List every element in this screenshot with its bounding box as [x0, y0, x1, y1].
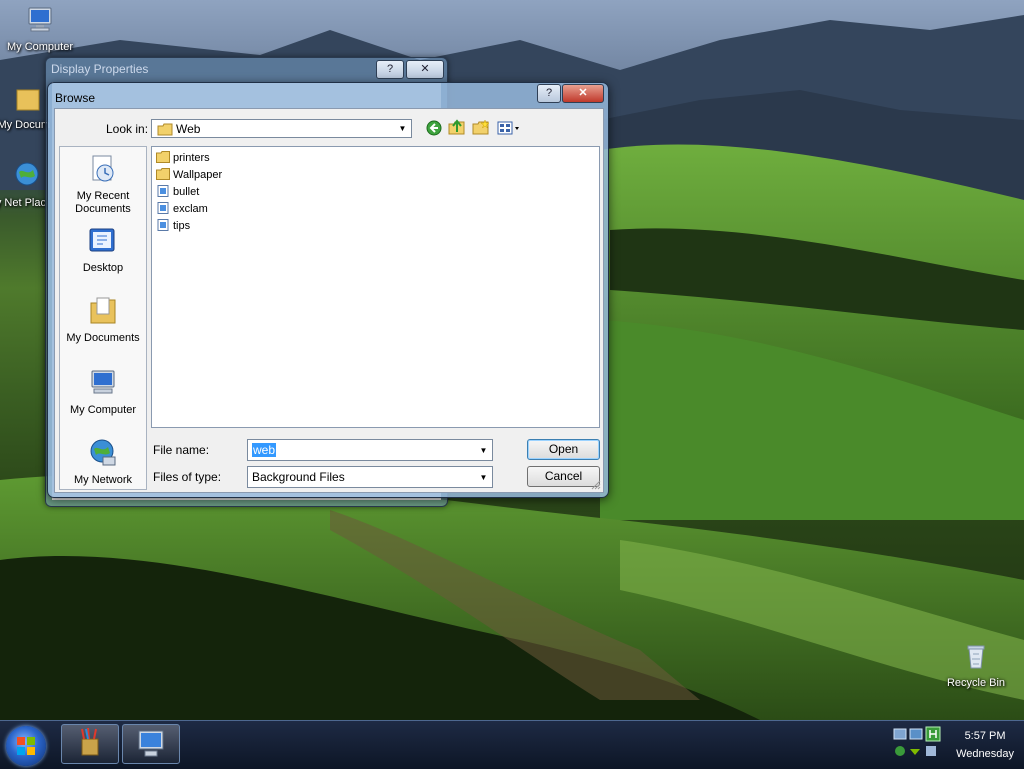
- desktop-icon-label: My Computer: [6, 41, 74, 53]
- browse-dialog: Browse ? ✕ Look in: Web ▼ My Recent Docu…: [47, 82, 609, 498]
- files-of-type-label: Files of type:: [153, 470, 222, 484]
- windows-logo-icon: [17, 737, 35, 755]
- taskbar-clock[interactable]: 5:57 PM Wednesday: [956, 727, 1014, 763]
- chevron-down-icon[interactable]: ▼: [394, 120, 411, 137]
- place-label: Desktop: [82, 262, 124, 274]
- desktop-icon-my-documents[interactable]: My Docum: [0, 82, 50, 131]
- close-button[interactable]: ✕: [406, 60, 444, 79]
- place-label: My Computer: [69, 404, 137, 416]
- new-folder-icon[interactable]: [472, 119, 490, 135]
- monitor-icon: [138, 730, 164, 757]
- close-button[interactable]: ✕: [562, 84, 604, 103]
- cancel-button[interactable]: Cancel: [527, 466, 600, 487]
- desktop-icon-label: My Net Plac: [0, 197, 46, 209]
- look-in-label: Look in:: [106, 122, 149, 136]
- file-name-field[interactable]: web ▼: [247, 439, 493, 461]
- place-desktop[interactable]: Desktop: [60, 225, 146, 274]
- files-of-type-value: Background Files: [252, 470, 345, 484]
- look-in-value: Web: [176, 122, 201, 136]
- computer-icon: [91, 370, 115, 394]
- list-item[interactable]: printers: [156, 150, 210, 166]
- dialog-title: Browse: [55, 91, 96, 105]
- place-label: My Documents: [66, 332, 140, 344]
- system-tray: 5:57 PM Wednesday: [890, 721, 1024, 769]
- folder-icon: [156, 168, 170, 180]
- computer-icon: [28, 7, 52, 32]
- image-file-icon: [157, 219, 169, 231]
- help-button[interactable]: ?: [537, 84, 561, 103]
- folder-icon: [16, 89, 40, 111]
- taskbar-app-paint[interactable]: [61, 724, 119, 764]
- file-name-value: web: [252, 443, 277, 457]
- globe-icon: [90, 439, 116, 466]
- recycle-bin-icon: [967, 645, 985, 669]
- file-name: printers: [173, 152, 210, 164]
- file-name: exclam: [173, 203, 208, 215]
- view-menu-icon[interactable]: [497, 120, 521, 136]
- taskbar: 5:57 PM Wednesday: [0, 720, 1024, 769]
- tray-icons: [893, 726, 941, 756]
- file-name: bullet: [173, 186, 200, 198]
- list-item[interactable]: tips: [156, 218, 190, 234]
- file-name: tips: [173, 220, 191, 232]
- list-item[interactable]: exclam: [156, 201, 208, 217]
- desktop-icon-network[interactable]: My Net Plac: [0, 160, 50, 209]
- start-button[interactable]: [6, 726, 46, 766]
- folder-icon: [156, 151, 170, 163]
- window-title: Display Properties: [51, 62, 149, 76]
- places-bar: My Recent Documents Desktop My Documents: [59, 146, 147, 490]
- desktop-icon-recycle-bin[interactable]: Recycle Bin: [936, 640, 1016, 689]
- clock-time: 5:57 PM: [964, 730, 1006, 742]
- image-file-icon: [157, 185, 169, 197]
- desktop-icon: [89, 228, 115, 252]
- file-name: Wallpaper: [173, 169, 223, 181]
- desktop-icon-label: My Docum: [0, 119, 50, 131]
- place-label: My Network: [73, 474, 133, 486]
- desktop-icon-my-computer[interactable]: My Computer: [0, 4, 80, 53]
- documents-folder-icon: [90, 297, 116, 324]
- list-item[interactable]: bullet: [156, 184, 199, 200]
- place-my-computer[interactable]: My Computer: [60, 367, 146, 416]
- list-item[interactable]: Wallpaper: [156, 167, 222, 183]
- look-in-combo[interactable]: Web ▼: [151, 119, 412, 138]
- taskbar-app-display-properties[interactable]: [122, 724, 180, 764]
- file-list[interactable]: printers Wallpaper bullet exclam tips: [151, 146, 600, 428]
- place-my-network[interactable]: My Network: [60, 437, 146, 486]
- clock-day: Wednesday: [956, 748, 1014, 760]
- recent-documents-icon: [92, 155, 114, 182]
- back-icon[interactable]: [425, 120, 443, 136]
- files-of-type-select[interactable]: Background Files ▼: [247, 466, 493, 488]
- image-file-icon: [157, 202, 169, 214]
- folder-icon: [157, 123, 173, 136]
- chevron-down-icon[interactable]: ▼: [475, 469, 492, 486]
- help-button[interactable]: ?: [376, 60, 404, 79]
- desktop-icon-label: Recycle Bin: [946, 677, 1006, 689]
- dialog-client-area: Look in: Web ▼ My Recent Documents Deskt…: [54, 108, 604, 493]
- paint-brushes-icon: [81, 727, 99, 756]
- globe-icon: [15, 162, 39, 186]
- place-my-documents[interactable]: My Documents: [60, 295, 146, 344]
- file-name-label: File name:: [153, 443, 210, 457]
- place-my-recent-documents[interactable]: My Recent Documents: [60, 153, 146, 216]
- resize-grip-icon[interactable]: [591, 480, 601, 490]
- chevron-down-icon[interactable]: ▼: [475, 442, 492, 459]
- open-button[interactable]: Open: [527, 439, 600, 460]
- up-folder-icon[interactable]: [448, 119, 466, 135]
- place-label: My Recent Documents: [75, 190, 131, 215]
